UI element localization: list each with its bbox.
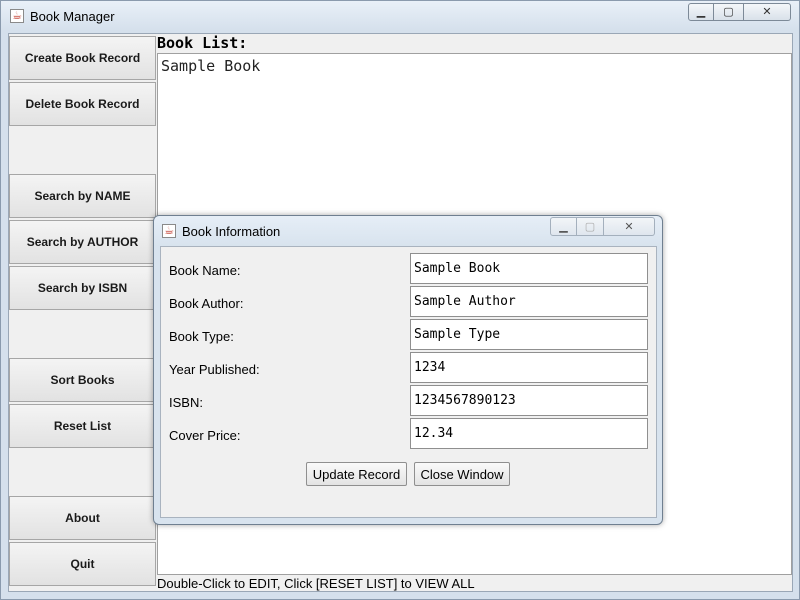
- book-author-field[interactable]: Sample Author: [410, 286, 648, 317]
- year-published-field[interactable]: 1234: [410, 352, 648, 383]
- quit-button[interactable]: Quit: [9, 542, 156, 586]
- dialog-title: Book Information: [182, 224, 281, 239]
- search-by-author-button[interactable]: Search by AUTHOR: [9, 220, 156, 264]
- java-cup-icon: ☕: [10, 9, 24, 23]
- dialog-body: Book Name: Sample Book Book Author: Samp…: [160, 246, 657, 518]
- close-button[interactable]: ✕: [744, 3, 791, 21]
- about-button[interactable]: About: [9, 496, 156, 540]
- minimize-button[interactable]: ▁: [688, 3, 714, 21]
- cover-price-label: Cover Price:: [169, 428, 241, 443]
- isbn-field[interactable]: 1234567890123: [410, 385, 648, 416]
- window-title: Book Manager: [30, 9, 115, 24]
- search-by-name-button[interactable]: Search by NAME: [9, 174, 156, 218]
- book-information-dialog: ☕ Book Information ▁ ▢ ✕ Book Name: Samp…: [153, 215, 663, 525]
- book-name-field[interactable]: Sample Book: [410, 253, 648, 284]
- cover-price-field[interactable]: 12.34: [410, 418, 648, 449]
- status-text: Double-Click to EDIT, Click [RESET LIST]…: [157, 576, 475, 591]
- dialog-minimize-button[interactable]: ▁: [550, 217, 577, 236]
- reset-list-button[interactable]: Reset List: [9, 404, 156, 448]
- maximize-button[interactable]: ▢: [714, 3, 744, 21]
- update-record-button[interactable]: Update Record: [306, 462, 407, 486]
- list-item[interactable]: Sample Book: [161, 57, 260, 75]
- isbn-label: ISBN:: [169, 395, 203, 410]
- dialog-maximize-button: ▢: [577, 217, 604, 236]
- create-book-record-button[interactable]: Create Book Record: [9, 36, 156, 80]
- dialog-close-button[interactable]: ✕: [604, 217, 655, 236]
- search-by-isbn-button[interactable]: Search by ISBN: [9, 266, 156, 310]
- title-bar[interactable]: ☕ Book Manager ▁ ▢ ✕: [1, 1, 799, 33]
- book-type-field[interactable]: Sample Type: [410, 319, 648, 350]
- book-name-label: Book Name:: [169, 263, 241, 278]
- year-published-label: Year Published:: [169, 362, 260, 377]
- sort-books-button[interactable]: Sort Books: [9, 358, 156, 402]
- book-list-heading: Book List:: [157, 34, 248, 52]
- delete-book-record-button[interactable]: Delete Book Record: [9, 82, 156, 126]
- close-window-button[interactable]: Close Window: [414, 462, 510, 486]
- book-author-label: Book Author:: [169, 296, 244, 311]
- book-type-label: Book Type:: [169, 329, 234, 344]
- java-cup-icon: ☕: [162, 224, 176, 238]
